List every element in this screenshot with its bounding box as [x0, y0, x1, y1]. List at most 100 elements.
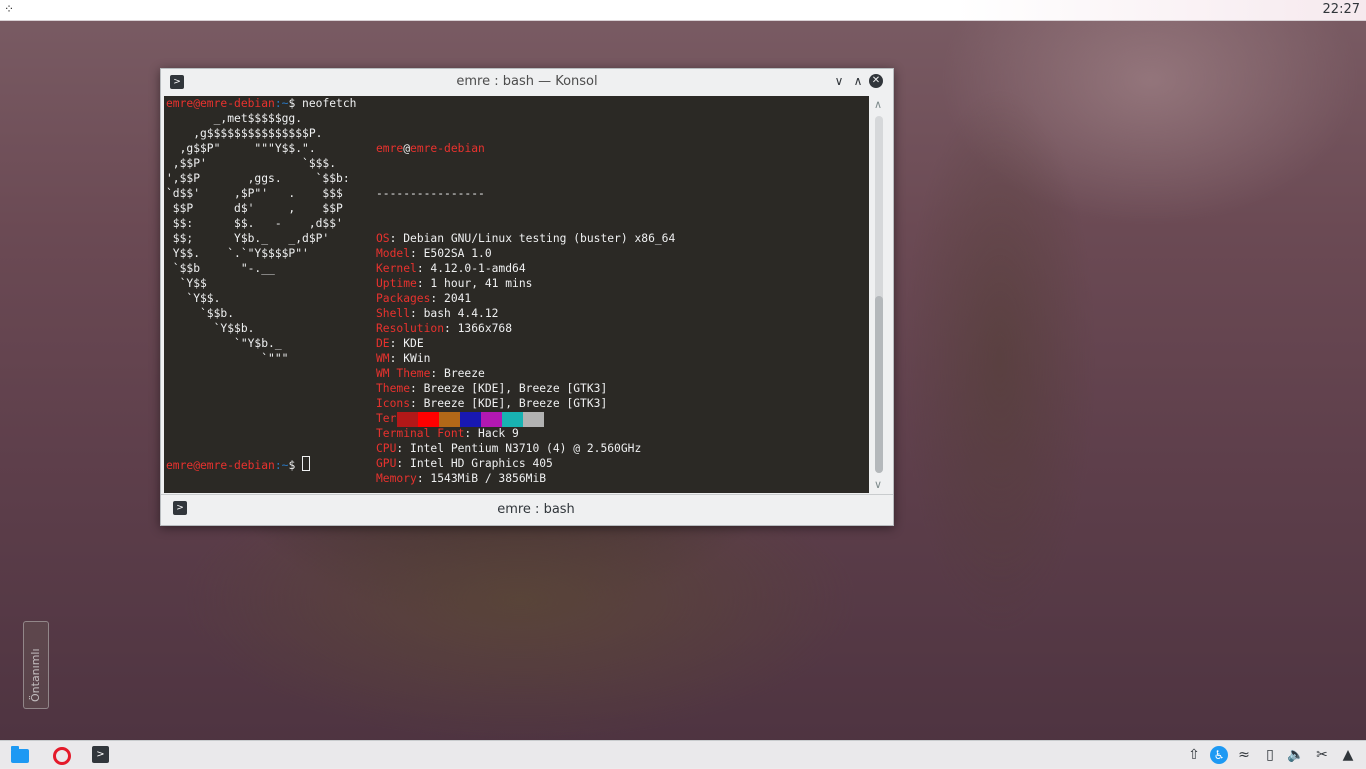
clock[interactable]: 22:27	[1323, 2, 1360, 17]
logo-line: _,met$$$$$gg.	[166, 112, 303, 125]
info-key: WM Theme	[376, 367, 431, 380]
info-value: Intel HD Graphics 405	[410, 457, 553, 470]
info-value: 1543MiB / 3856MiB	[430, 472, 547, 485]
window-title: emre : bash — Konsol	[456, 74, 598, 89]
window-titlebar[interactable]: > emre : bash — Konsol ∨ ∧ ✕	[161, 69, 893, 95]
info-row: Model: E502SA 1.0	[376, 247, 492, 260]
volume-icon[interactable]: 🔈	[1286, 745, 1306, 765]
tab-emre-bash[interactable]: emre : bash	[161, 502, 911, 517]
wifi-icon[interactable]: ≈	[1234, 745, 1254, 765]
info-row: Packages: 2041	[376, 292, 472, 305]
prompt-symbol-2: $	[288, 459, 303, 472]
info-value: Debian GNU/Linux testing (buster) x86_64	[403, 232, 676, 245]
folder-icon[interactable]	[11, 746, 29, 764]
info-row: Icons: Breeze [KDE], Breeze [GTK3]	[376, 397, 608, 410]
info-row: DE: KDE	[376, 337, 424, 350]
logo-line: $$: $$. - ,d$$'	[166, 217, 343, 230]
info-key: CPU	[376, 442, 397, 455]
info-value: 1 hour, 41 mins	[430, 277, 533, 290]
color-swatch	[523, 412, 544, 427]
close-button[interactable]: ✕	[869, 74, 883, 88]
logo-line: `$$b.	[166, 307, 235, 320]
battery-icon[interactable]: ▯	[1260, 745, 1280, 765]
top-panel: ⁘ 22:27	[0, 0, 1366, 21]
info-key: GPU	[376, 457, 397, 470]
info-row: Theme: Breeze [KDE], Breeze [GTK3]	[376, 382, 608, 395]
logo-line: $$P d$' , $$P	[166, 202, 343, 215]
info-row: WM Theme: Breeze	[376, 367, 485, 380]
minimize-button[interactable]: ∨	[831, 72, 847, 90]
info-value: 1366x768	[457, 322, 513, 335]
info-value: Breeze	[444, 367, 485, 380]
prompt-path-2: :~	[274, 459, 289, 472]
terminal-scrollbar[interactable]: ∧ ∨	[871, 96, 891, 493]
color-swatch	[460, 412, 481, 427]
info-key: Uptime	[376, 277, 417, 290]
color-swatch	[397, 412, 418, 427]
info-key: Kernel	[376, 262, 417, 275]
logo-line: `d$$' ,$P"' . $$$	[166, 187, 343, 200]
logo-line: `"Y$b._	[166, 337, 282, 350]
info-at: @	[403, 142, 411, 155]
logo-line: ',$$P ,ggs. `$$b:	[166, 172, 350, 185]
color-swatch	[502, 412, 523, 427]
activity-widget[interactable]: Öntanımlı	[23, 621, 49, 709]
maximize-button[interactable]: ∧	[850, 72, 866, 90]
info-value: Intel Pentium N3710 (4) @ 2.560GHz	[410, 442, 642, 455]
logo-line: ,g$$P" """Y$$.".	[166, 142, 316, 155]
konsole-window: > emre : bash — Konsol ∨ ∧ ✕ emre@emre-d…	[160, 68, 894, 526]
info-value: KDE	[403, 337, 424, 350]
info-value: bash 4.4.12	[423, 307, 499, 320]
info-key: Shell	[376, 307, 411, 320]
desktop-corner-icon[interactable]: ⁘	[4, 2, 14, 16]
system-tray: ⇧ ♿ ≈ ▯ 🔈 ✂ ▲	[1184, 745, 1358, 765]
info-row: Shell: bash 4.4.12	[376, 307, 499, 320]
debian-ascii-logo: _,met$$$$$gg. ,g$$$$$$$$$$$$$$$P. ,g$$P"…	[166, 111, 350, 366]
logo-line: Y$$. `.`"Y$$$$P"'	[166, 247, 309, 260]
logo-line: $$; Y$b._ _,d$P'	[166, 232, 330, 245]
expand-up-icon[interactable]: ▲	[1338, 745, 1358, 765]
info-row: Memory: 1543MiB / 3856MiB	[376, 472, 547, 485]
info-row: OS: Debian GNU/Linux testing (buster) x8…	[376, 232, 676, 245]
info-header: emre@emre-debian	[376, 141, 675, 156]
updates-icon[interactable]: ⇧	[1184, 745, 1204, 765]
logo-line: `Y$$.	[166, 292, 221, 305]
info-key: Packages	[376, 292, 431, 305]
info-row: Resolution: 1366x768	[376, 322, 513, 335]
logo-line: `Y$$b.	[166, 322, 255, 335]
info-value: 2041	[444, 292, 472, 305]
scroll-down-icon[interactable]: ∨	[874, 478, 882, 491]
info-lines: OS: Debian GNU/Linux testing (buster) x8…	[376, 231, 675, 486]
info-row: Kernel: 4.12.0-1-amd64	[376, 262, 526, 275]
command-text: neofetch	[302, 97, 357, 110]
info-host: emre-debian	[410, 142, 485, 155]
info-key: WM	[376, 352, 390, 365]
prompt-user: emre@emre-debian	[166, 97, 275, 110]
color-swatch	[439, 412, 460, 427]
accessibility-icon[interactable]: ♿	[1210, 746, 1228, 764]
color-swatches	[397, 412, 544, 427]
logo-line: ,$$P' `$$$.	[166, 157, 337, 170]
info-value: E502SA 1.0	[423, 247, 492, 260]
info-row: Uptime: 1 hour, 41 mins	[376, 277, 533, 290]
opera-icon[interactable]	[52, 746, 71, 765]
info-key: Memory	[376, 472, 417, 485]
command-line: emre@emre-debian:~$ neofetch	[166, 96, 356, 111]
terminal-view[interactable]: emre@emre-debian:~$ neofetch _,met$$$$$g…	[164, 96, 869, 493]
scroll-up-icon[interactable]: ∧	[874, 98, 882, 111]
color-swatch	[481, 412, 502, 427]
info-separator: ----------------	[376, 187, 485, 200]
scissors-icon[interactable]: ✂	[1312, 745, 1332, 765]
info-row: CPU: Intel Pentium N3710 (4) @ 2.560GHz	[376, 442, 642, 455]
info-row: GPU: Intel HD Graphics 405	[376, 457, 553, 470]
scroll-thumb[interactable]	[875, 296, 883, 473]
info-key: Icons	[376, 397, 411, 410]
info-row: WM: KWin	[376, 352, 431, 365]
bottom-panel: > ⇧ ♿ ≈ ▯ 🔈 ✂ ▲	[0, 740, 1366, 769]
color-swatch	[418, 412, 439, 427]
prompt-line: emre@emre-debian:~$	[166, 456, 311, 473]
info-value: Breeze [KDE], Breeze [GTK3]	[423, 397, 608, 410]
info-value: Breeze [KDE], Breeze [GTK3]	[423, 382, 608, 395]
konsole-icon[interactable]: >	[92, 746, 110, 764]
info-key: Resolution	[376, 322, 445, 335]
